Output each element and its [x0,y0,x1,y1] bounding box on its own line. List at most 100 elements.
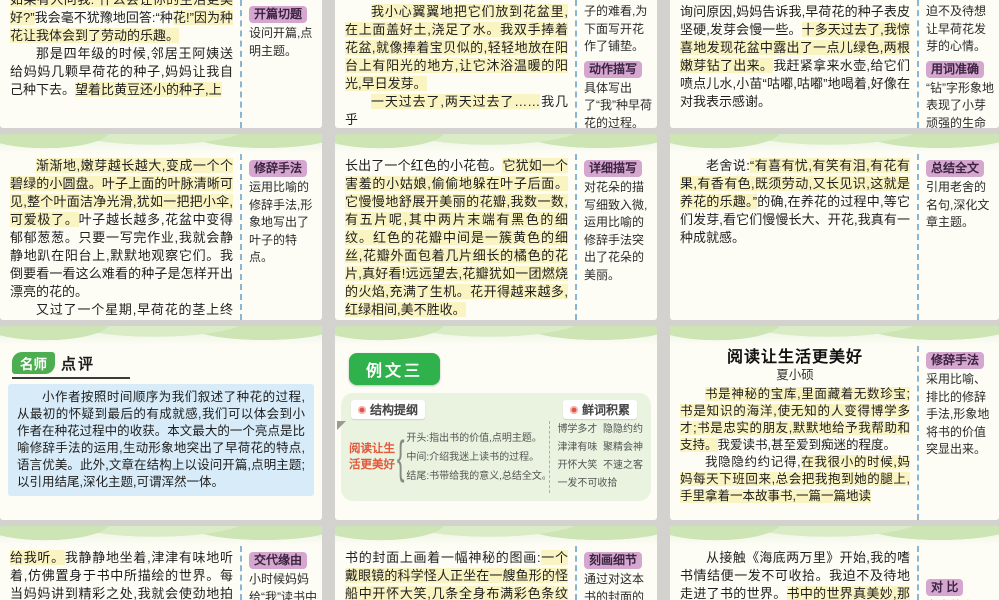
essay-text: 阅读让生活更美好 夏小硕 书是神秘的宝库,里面藏着无数珍宝;书是知识的海洋,使无… [670,346,917,520]
word-list: 博学多才 隐隐约约 津津有味 聚精会神 开怀大笑 不速之客 一发不可收拾 [549,421,643,493]
slide-panel: 长出了一个红色的小花苞。它犹如一个害羞的小姑娘,偷偷地躲在叶子后面。它慢慢地舒展… [335,134,657,320]
slide-panel: 如果有人问我:“什么会让你的生活更美好?”我会毫不犹豫地回答:“种花!”因为种花… [0,0,322,128]
annotation-badge: 刻画细节 [584,552,643,569]
paragraph: 我小心翼翼地把它们放到花盆里,在上面盖好土,浇足了水。我双手捧着花盆,就像捧着宝… [345,3,568,93]
annotation-text: 通过对这本书的封面的描写,表达 [584,572,645,600]
page-top-decoration [670,526,999,546]
page-top-decoration [670,134,999,154]
slide-panel: 我小心翼翼地把它们放到花盆里,在上面盖好土,浇足了水。我双手捧着花盆,就像捧着宝… [335,0,657,128]
example-three-button: 例文三 [349,353,441,385]
slide-panel: 询问原因,妈妈告诉我,早荷花的种子表皮坚硬,发芽会慢一些。十多天过去了,我惊喜地… [670,0,999,128]
essay-text: 长出了一个红色的小花苞。它犹如一个害羞的小姑娘,偷偷地躲在叶子后面。它慢慢地舒展… [335,154,575,320]
annotation-text: “钻”字形象地表现了小芽顽强的生命力。 [926,80,994,129]
outline-item: 中间:介绍我迷上读书的过程。 [406,451,540,463]
slide-panel: 给我听。我静静地坐着,津津有味地听着,仿佛置身于书中所描绘的世界。每当妈妈讲到精… [0,526,322,600]
plain-text: 老舍说: [706,158,750,173]
paragraph: 渐渐地,嫩芽越长越大,变成一个个碧绿的小圆盘。叶子上面的叶脉清晰可见,整个叶面洁… [10,157,233,301]
outline-item: 结尾:书带给我的意义,总结全文。 [406,470,546,482]
essay-text: 如果有人问我:“什么会让你的生活更美好?”我会毫不犹豫地回答:“种花!”因为种花… [0,0,240,128]
annotation-text: 对花朵的描写细致入微,运用比喻的修辞手法突出了花朵的美丽。 [584,180,648,282]
outline-item: 开头:指出书的价值,点明主题。 [406,432,542,444]
annotation-text: 具体写出了“我”种早荷花的过程。 [584,80,652,129]
highlighted-text: 一天过去了,两天过去了…… [371,94,541,109]
essay-panel: 阅读让生活更美好 夏小硕 书是神秘的宝库,里面藏着无数珍宝;书是知识的海洋,使无… [670,326,999,520]
annotation-column: 子的难看,为下面写开花作了铺垫。 动作描写 具体写出了“我”种早荷花的过程。 [575,0,657,128]
annotation-badge: 交代缘由 [249,552,308,569]
annotation-text: 引用老舍的名句,深化文章主题。 [926,180,990,229]
slide-panel: 渐渐地,嫩芽越长越大,变成一个个碧绿的小圆盘。叶子上面的叶脉清晰可见,整个叶面洁… [0,134,322,320]
word-line: 博学多才 隐隐约约 [557,424,643,435]
page-top-decoration [670,326,999,346]
outline-tag: 结构提纲 [351,400,426,419]
paragraph: 书是神秘的宝库,里面藏着无数珍宝;书是知识的海洋,使无知的人变得博学多才;书是忠… [680,386,910,454]
paragraph: 又过了一个星期,早荷花的茎上终于 [10,301,233,320]
essay-text: 渐渐地,嫩芽越长越大,变成一个个碧绿的小圆盘。叶子上面的叶脉清晰可见,整个叶面洁… [0,154,240,320]
slide-panel: 老舍说:“有喜有忧,有笑有泪,有花有果,有香有色,既须劳动,又长见识,这就是养花… [670,134,999,320]
annotation-column: 修辞手法采用比喻、排比的修辞手法,形象地将书的价值突显出来。 [917,346,999,520]
paragraph: 如果有人问我:“什么会让你的生活更美好?”我会毫不犹豫地回答:“种花!”因为种花… [10,0,233,45]
outline-items: 开头:指出书的价值,点明主题。 中间:介绍我迷上读书的过程。 结尾:书带给我的意义,… [406,429,545,486]
word-line: 一发不可收拾 [557,478,618,489]
annotation-text: 设问开篇,点明主题。 [249,26,313,58]
annotation-column: 迫不及待想让早荷花发芽的心情。用词准确 “钻”字形象地表现了小芽顽强的生命力。 [917,0,999,128]
plain-text: 我会毫不犹豫地回答:“种 [34,10,173,25]
slide-column-middle: 我小心翼翼地把它们放到花盆里,在上面盖好土,浇足了水。我双手捧着花盆,就像捧着宝… [335,0,657,600]
paragraph: 书的封面上画着一幅神秘的图画:一个戴眼镜的科学怪人正坐在一艘鱼形的怪船中开怀大笑… [345,549,568,600]
word-line: 开怀大笑 不速之客 [557,460,643,471]
essay-text: 书的封面上画着一幅神秘的图画:一个戴眼镜的科学怪人正坐在一艘鱼形的怪船中开怀大笑… [335,546,575,600]
teacher-badge: 名师 [12,352,55,374]
plain-text: 长出了一个红色的小花苞。 [345,158,503,173]
corner-fold-icon [337,421,346,430]
annotation-column: 刻画细节通过对这本书的封面的描写,表达 [575,546,657,600]
annotation-column: 交代缘由小时候妈妈给“我”读书中的故事, [240,546,322,600]
red-dot-icon [569,405,578,414]
essay-author: 夏小硕 [776,368,814,382]
plain-text: 又过了一个星期,早荷花的茎上终于 [36,302,233,317]
brace-glyph: { [396,431,405,483]
annotation-badge: 修辞手法 [249,160,308,177]
essay-theme: 阅读让生活更美好 [349,443,395,471]
slide-column-left: 如果有人问我:“什么会让你的生活更美好?”我会毫不犹豫地回答:“种花!”因为种花… [0,0,322,600]
page-top-decoration [335,526,657,546]
annotation-badge: 修辞手法 [926,352,985,369]
review-title: 点评 [61,355,96,373]
plain-text: 我隐隐约约记得, [705,455,801,469]
annotation-text: 子的难看,为下面写开花作了铺垫。 [584,4,648,53]
paragraph: 我隐隐约约记得,在我很小的时候,妈妈每天下班回来,总会把我抱到她的腿上,手里拿着… [680,454,910,505]
page-top-decoration [335,134,657,154]
words-tag: 鲜词积累 [562,400,637,419]
essay-text: 从接触《海底两万里》开始,我的嗜书情结便一发不可收拾。我迫不及待地走进了书的世界… [670,546,917,600]
page-top-decoration [0,326,322,346]
highlighted-text: 我小心翼翼地把它们放到花盆里,在上面盖好土,浇足了水。我双手捧着花盆,就像捧着宝… [345,4,568,91]
essay-text: 老舍说:“有喜有忧,有笑有泪,有花有果,有香有色,既须劳动,又长见识,这就是养花… [670,154,917,320]
page-top-decoration [0,526,322,546]
annotation-column: 修辞手法运用比喻的修辞手法,形象地写出了叶子的特点。 [240,154,322,320]
essay-title: 阅读让生活更美好 [726,349,863,366]
outline-tag-label: 结构提纲 [370,403,419,417]
paragraph: 那是四年级的时候,邻居王阿姨送给妈妈几颗早荷花的种子,妈妈让我自己种下去。望着比… [10,45,233,99]
slide-panel: 从接触《海底两万里》开始,我的嗜书情结便一发不可收拾。我迫不及待地走进了书的世界… [670,526,999,600]
annotation-text: 采用比喻、排比的修辞手法,形象地将书的价值突显出来。 [926,372,990,456]
slide-grid: 如果有人问我:“什么会让你的生活更美好?”我会毫不犹豫地回答:“种花!”因为种花… [0,0,1000,600]
teacher-review-panel: 名师 点评 小作者按照时间顺序为我们叙述了种花的过程,从最初的怀疑到最后的有成就… [0,326,322,520]
review-comment: 小作者按照时间顺序为我们叙述了种花的过程,从最初的怀疑到最后的有成就感,我们可以… [8,384,314,496]
words-tag-label: 鲜词积累 [581,403,630,417]
page-top-decoration [335,326,657,346]
essay-body: 书是神秘的宝库,里面藏着无数珍宝;书是知识的海洋,使无知的人变得博学多才;书是忠… [680,386,910,505]
annotation-badge: 对 比 [926,579,964,596]
paragraph: 长出了一个红色的小花苞。它犹如一个害羞的小姑娘,偷偷地躲在叶子后面。它慢慢地舒展… [345,157,568,319]
paragraph: 老舍说:“有喜有忧,有笑有泪,有花有果,有香有色,既须劳动,又长见识,这就是养花… [680,157,910,247]
slide-panel: 书的封面上画着一幅神秘的图画:一个戴眼镜的科学怪人正坐在一艘鱼形的怪船中开怀大笑… [335,526,657,600]
paragraph: 给我听。我静静地坐着,津津有味地听着,仿佛置身于书中所描绘的世界。每当妈妈讲到精… [10,549,233,600]
annotation-text: 迫不及待想让早荷花发芽的心情。 [926,4,987,53]
annotation-text: 小时候妈妈给“我”读书中的故事, [249,572,317,600]
essay-text: 询问原因,妈妈告诉我,早荷花的种子表皮坚硬,发芽会慢一些。十多天过去了,我惊喜地… [670,0,917,128]
annotation-column: 总结全文 引用老舍的名句,深化文章主题。 [917,154,999,320]
annotation-column: 详细描写 对花朵的描写细致入微,运用比喻的修辞手法突出了花朵的美丽。 [575,154,657,320]
annotation-column: 对 比书中的世界 [917,546,999,600]
annotation-badge: 用词准确 [926,60,985,78]
annotation-column: 开篇切题 设问开篇,点明主题。 [240,0,322,128]
essay-text: 给我听。我静静地坐着,津津有味地听着,仿佛置身于书中所描绘的世界。每当妈妈讲到精… [0,546,240,600]
highlighted-text: 望着比黄豆还小的种子,上 [75,82,222,97]
annotation-text: 运用比喻的修辞手法,形象地写出了叶子的特点。 [249,180,313,264]
